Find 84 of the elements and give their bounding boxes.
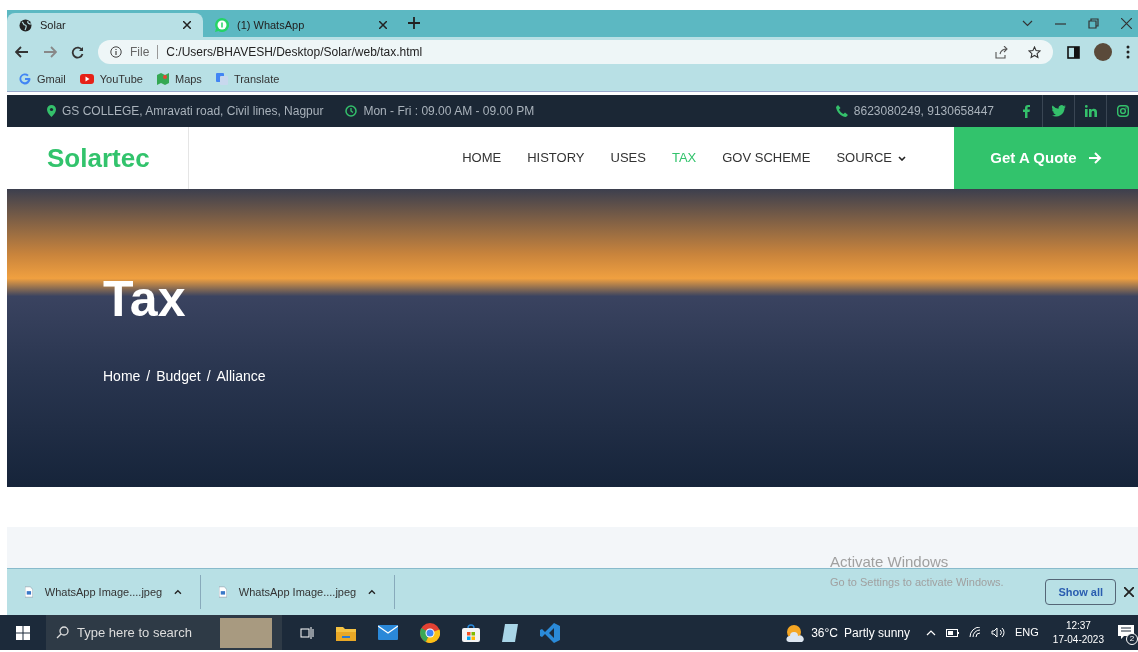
info-icon xyxy=(110,46,122,58)
temperature-text: 36°C xyxy=(811,624,838,642)
clock-icon xyxy=(345,105,358,117)
activation-title: Activate Windows xyxy=(830,552,950,572)
breadcrumb-link[interactable]: Alliance xyxy=(216,366,266,387)
play-logo-icon xyxy=(79,74,94,84)
address-text: GS COLLEGE, Amravati road, Civil lines, Nagpur xyxy=(62,103,324,120)
plus-icon xyxy=(408,17,420,29)
nav-link[interactable]: GOV SCHEME xyxy=(722,148,811,168)
google-logo-icon xyxy=(19,73,31,85)
instagram-icon xyxy=(1116,105,1129,117)
clock[interactable]: 12:37 17-04-2023 xyxy=(1052,618,1104,647)
chevron-up-icon[interactable] xyxy=(174,589,182,595)
windows-logo-icon xyxy=(16,625,30,640)
linkedin-icon xyxy=(1084,105,1097,117)
page-title: Tax xyxy=(103,274,187,324)
close-icon[interactable] xyxy=(1124,587,1134,597)
breadcrumb-separator: / xyxy=(206,367,211,386)
mail-icon[interactable] xyxy=(378,625,398,640)
browser-tab[interactable]: Solar xyxy=(7,13,203,37)
nav-link[interactable]: HISTORY xyxy=(527,148,585,168)
task-view-icon[interactable] xyxy=(300,625,314,640)
minimize-icon[interactable] xyxy=(1055,22,1066,25)
bookmark-link[interactable]: Gmail xyxy=(19,70,66,88)
nav-link[interactable]: HOME xyxy=(462,148,502,168)
translate-icon xyxy=(215,73,228,85)
bird-icon xyxy=(1051,105,1066,117)
globe-icon xyxy=(19,18,32,32)
side-panel-icon[interactable] xyxy=(1067,45,1080,59)
more-menu-icon[interactable] xyxy=(1126,45,1130,59)
download-item[interactable]: WhatsApp Image....jpeg xyxy=(44,583,163,601)
show-all-button[interactable]: Show all xyxy=(1045,579,1116,605)
share-icon[interactable] xyxy=(995,45,1008,59)
folder-icon[interactable] xyxy=(336,624,356,641)
store-bag-icon[interactable] xyxy=(462,623,480,642)
tab-title: (1) WhatsApp xyxy=(237,17,306,33)
restore-icon[interactable] xyxy=(1088,18,1099,29)
address-bar[interactable]: File C:/Users/BHAVESH/Desktop/Solar/web/tax.html xyxy=(98,40,1053,64)
search-icon xyxy=(56,626,69,639)
breadcrumb-separator: / xyxy=(146,367,151,386)
chevron-down-icon[interactable] xyxy=(1022,20,1033,27)
map-pin-icon xyxy=(47,105,56,117)
close-icon[interactable] xyxy=(183,21,191,29)
bookmark-link[interactable]: Maps xyxy=(156,70,202,88)
scheme-label: File xyxy=(130,44,150,61)
reload-icon[interactable] xyxy=(71,45,84,59)
map-icon xyxy=(156,73,169,85)
weather-text: Partly sunny xyxy=(843,624,910,642)
nav-link[interactable]: SOURCE xyxy=(836,148,906,168)
chat-bubble-icon xyxy=(215,18,229,32)
search-placeholder: Type here to search xyxy=(77,623,192,642)
breadcrumb-link[interactable]: Budget xyxy=(156,366,201,387)
speaker-icon[interactable] xyxy=(991,627,1005,638)
download-item[interactable]: WhatsApp Image....jpeg xyxy=(238,583,357,601)
notification-badge: 2 xyxy=(1126,633,1138,645)
tab-title: Solar xyxy=(40,17,67,33)
file-icon xyxy=(219,586,227,598)
breadcrumb-link[interactable]: Home xyxy=(103,366,141,387)
back-arrow-icon[interactable] xyxy=(15,46,29,58)
nav-link[interactable]: USES xyxy=(610,148,646,168)
wifi-icon[interactable] xyxy=(969,627,981,638)
phone-icon xyxy=(835,105,848,117)
star-icon[interactable] xyxy=(1028,45,1041,59)
browser-logo-icon[interactable] xyxy=(420,622,440,643)
phone-text: 8623080249, 9130658447 xyxy=(853,103,994,120)
bookmark-link[interactable]: YouTube xyxy=(79,70,143,88)
bookmark-link[interactable]: Translate xyxy=(215,70,280,88)
close-icon[interactable] xyxy=(379,21,387,29)
code-editor-icon[interactable] xyxy=(540,622,560,643)
browser-tab[interactable]: (1) WhatsApp xyxy=(203,13,399,37)
weather-icon[interactable] xyxy=(785,623,806,642)
profile-avatar[interactable] xyxy=(1094,43,1112,61)
battery-icon[interactable] xyxy=(946,628,959,637)
facebook-icon xyxy=(1022,104,1030,118)
notification-icon[interactable] xyxy=(1118,625,1134,640)
file-icon xyxy=(25,586,33,598)
activation-message: Go to Settings to activate Windows. xyxy=(830,574,1004,590)
url-text: C:/Users/BHAVESH/Desktop/Solar/web/tax.html xyxy=(166,44,423,61)
chevron-up-icon[interactable] xyxy=(368,589,376,595)
arrow-right-icon xyxy=(1088,152,1102,164)
hours-text: Mon - Fri : 09.00 AM - 09.00 PM xyxy=(363,103,535,120)
language-indicator[interactable]: ENG xyxy=(1015,624,1039,641)
taskbar-search-field[interactable]: Type here to search xyxy=(46,615,282,650)
close-icon[interactable] xyxy=(1121,18,1132,29)
